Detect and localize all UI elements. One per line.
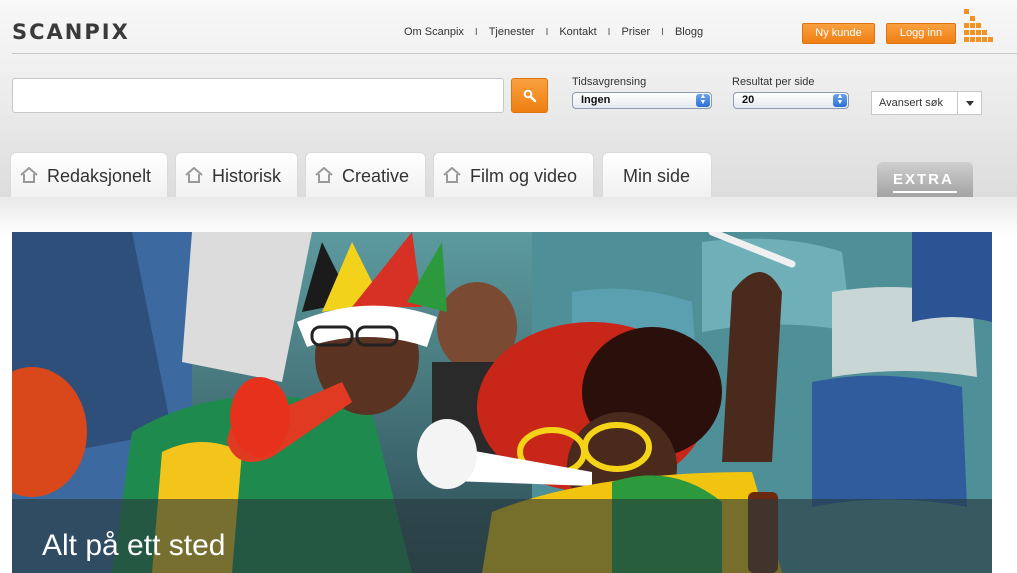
- nav-link-kontakt[interactable]: Kontakt: [559, 26, 596, 38]
- advanced-search-dropdown[interactable]: Avansert søk: [871, 91, 982, 115]
- nav-separator: I: [661, 26, 664, 38]
- tab-label: Redaksjonelt: [47, 166, 152, 186]
- extra-underline: [893, 191, 957, 193]
- select-arrows-icon: ▲ ▼: [833, 93, 847, 107]
- scanpix-dots-icon: [964, 9, 994, 45]
- tab-historisk[interactable]: Historisk: [175, 152, 298, 197]
- hero-caption: Alt på ett sted: [42, 529, 226, 562]
- extra-tab-label: EXTRA: [893, 171, 954, 188]
- tab-min-side[interactable]: Min side: [602, 152, 712, 197]
- time-filter-select[interactable]: Ingen ▲ ▼: [572, 92, 712, 109]
- nav-link-blogg[interactable]: Blogg: [675, 26, 703, 38]
- home-icon: [20, 167, 38, 183]
- nav-link-tjenester[interactable]: Tjenester: [489, 26, 535, 38]
- home-icon: [315, 167, 333, 183]
- nav-separator: I: [474, 26, 478, 38]
- header-divider: [12, 53, 1017, 54]
- tab-creative[interactable]: Creative: [305, 152, 426, 197]
- time-filter-label: Tidsavgrensing: [572, 76, 647, 88]
- dropdown-divider: [957, 92, 958, 114]
- extra-tab[interactable]: EXTRA: [877, 162, 973, 197]
- results-per-page-label: Resultat per side: [732, 76, 815, 88]
- select-arrows-icon: ▲ ▼: [696, 93, 710, 107]
- time-filter-value: Ingen: [581, 94, 611, 106]
- results-per-page-select[interactable]: 20 ▲ ▼: [733, 92, 849, 109]
- scanpix-logo[interactable]: SCANPIX: [12, 20, 130, 44]
- tab-redaksjonelt[interactable]: Redaksjonelt: [10, 152, 168, 197]
- tab-film-og-video[interactable]: Film og video: [433, 152, 594, 197]
- tab-label: Min side: [623, 166, 691, 186]
- results-per-page-value: 20: [742, 94, 755, 106]
- login-button[interactable]: Logg inn: [886, 23, 956, 44]
- search-icon: [523, 89, 537, 103]
- tab-label: Creative: [342, 166, 410, 186]
- tab-label: Historisk: [212, 166, 282, 186]
- nav-link-om-scanpix[interactable]: Om Scanpix: [404, 26, 464, 38]
- nav-separator: I: [607, 26, 611, 38]
- tab-label: Film og video: [470, 166, 578, 186]
- nav-link-priser[interactable]: Priser: [621, 26, 650, 38]
- top-navigation: Om Scanpix I Tjenester I Kontakt I Prise…: [404, 26, 703, 38]
- home-icon: [443, 167, 461, 183]
- search-input[interactable]: [12, 78, 504, 113]
- content-separator: [0, 197, 1017, 237]
- home-icon: [185, 167, 203, 183]
- advanced-search-label: Avansert søk: [879, 97, 943, 109]
- nav-separator: I: [545, 26, 549, 38]
- search-button[interactable]: [511, 78, 548, 113]
- new-customer-button[interactable]: Ny kunde: [802, 23, 875, 44]
- chevron-down-icon: [966, 101, 974, 106]
